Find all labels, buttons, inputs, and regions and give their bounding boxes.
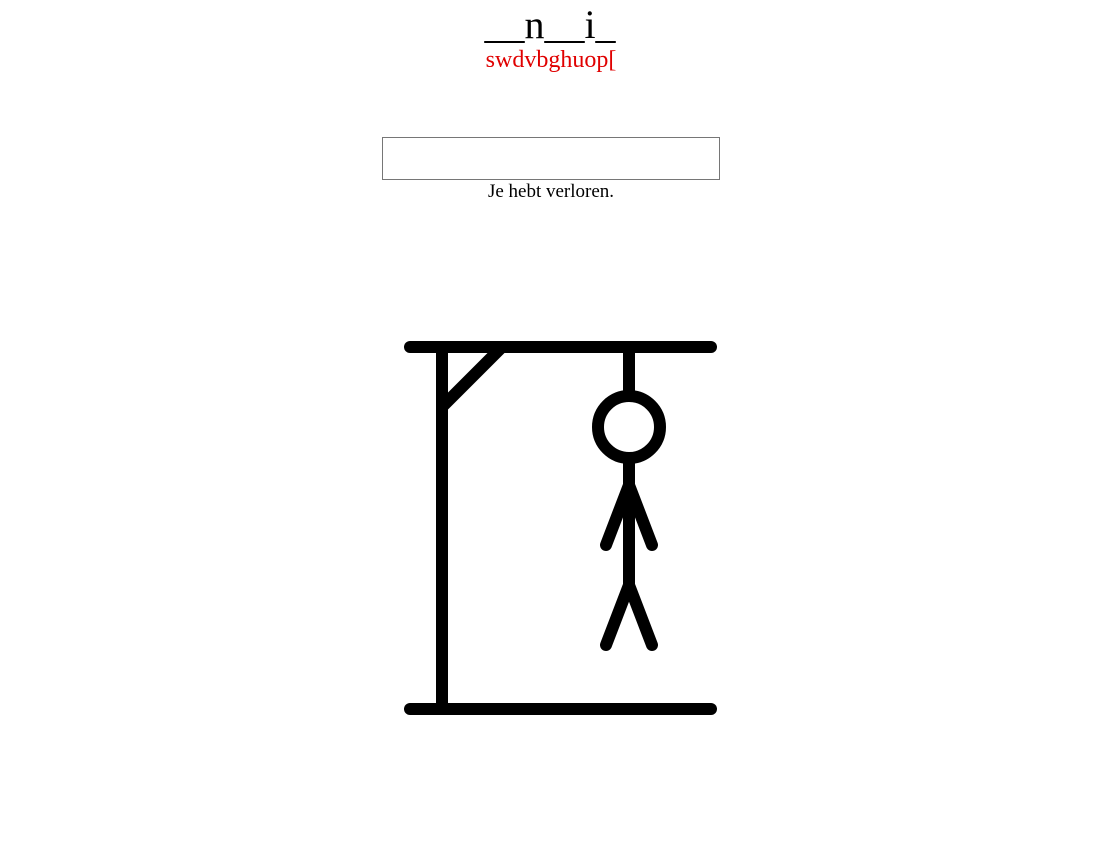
hangman-game: __n__i_ swdvbghuop[ Je hebt verloren. (0, 0, 1116, 841)
hangman-drawing (404, 341, 717, 715)
gallows-brace (436, 341, 508, 413)
hangman-right-leg (623, 579, 658, 651)
hangman-left-leg (600, 579, 635, 651)
hangman-head (592, 390, 666, 464)
